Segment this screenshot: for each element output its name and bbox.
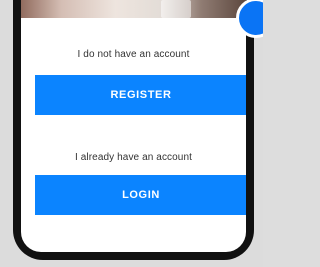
login-button[interactable]: LOGIN	[35, 175, 246, 215]
register-prompt-text: I do not have an account	[77, 49, 190, 60]
login-prompt-text: I already have an account	[74, 152, 193, 163]
app-stage: I do not have an account REGISTER I alre…	[0, 0, 263, 267]
header-image	[21, 0, 246, 18]
phone-screen: I do not have an account REGISTER I alre…	[21, 0, 246, 252]
register-button[interactable]: REGISTER	[35, 75, 246, 115]
